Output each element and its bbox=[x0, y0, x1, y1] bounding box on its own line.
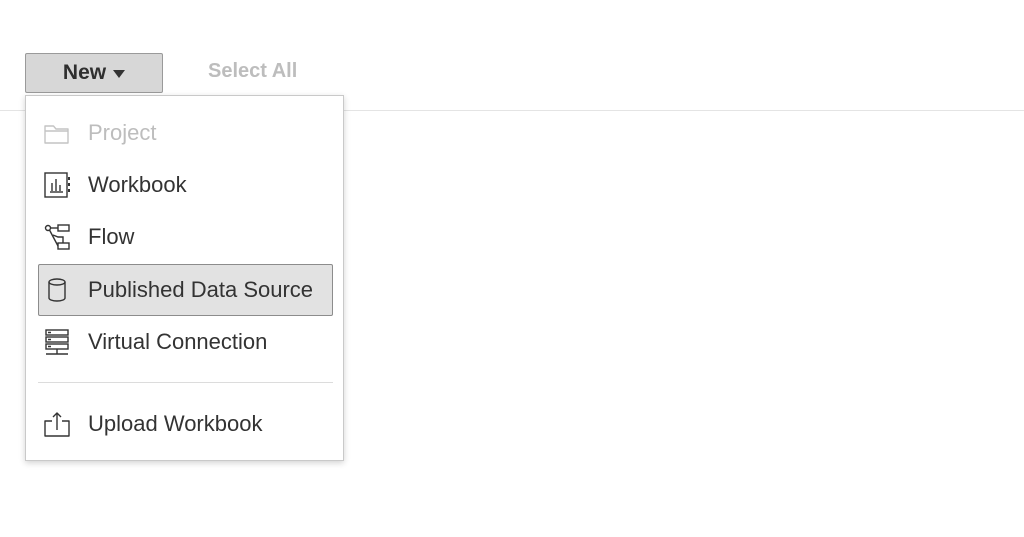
menu-item-label: Project bbox=[88, 120, 157, 145]
menu-item-label: Virtual Connection bbox=[88, 329, 268, 354]
select-all-button[interactable]: Select All bbox=[208, 60, 297, 83]
virtual-connection-icon bbox=[43, 328, 71, 356]
folder-icon bbox=[43, 119, 71, 147]
menu-item-published-data-source[interactable]: Published Data Source bbox=[38, 264, 333, 316]
menu-item-project[interactable]: Project bbox=[38, 107, 333, 159]
flow-icon bbox=[43, 223, 71, 251]
menu-divider bbox=[38, 382, 333, 383]
menu-item-label: Upload Workbook bbox=[88, 411, 263, 436]
menu-item-virtual-connection[interactable]: Virtual Connection bbox=[38, 316, 333, 368]
caret-down-icon bbox=[113, 70, 126, 78]
menu-item-label: Flow bbox=[88, 224, 135, 249]
menu-item-flow[interactable]: Flow bbox=[38, 211, 333, 263]
database-icon bbox=[43, 276, 71, 304]
workbook-icon bbox=[43, 171, 71, 199]
upload-icon bbox=[43, 410, 71, 438]
new-dropdown-menu: Project Workbook Flow Published Data Sou… bbox=[25, 95, 344, 461]
new-button[interactable]: New bbox=[25, 53, 163, 93]
menu-item-upload-workbook[interactable]: Upload Workbook bbox=[38, 398, 333, 450]
new-button-label: New bbox=[62, 61, 107, 84]
menu-item-workbook[interactable]: Workbook bbox=[38, 159, 333, 211]
menu-item-label: Workbook bbox=[88, 172, 187, 197]
menu-item-label: Published Data Source bbox=[88, 277, 314, 302]
